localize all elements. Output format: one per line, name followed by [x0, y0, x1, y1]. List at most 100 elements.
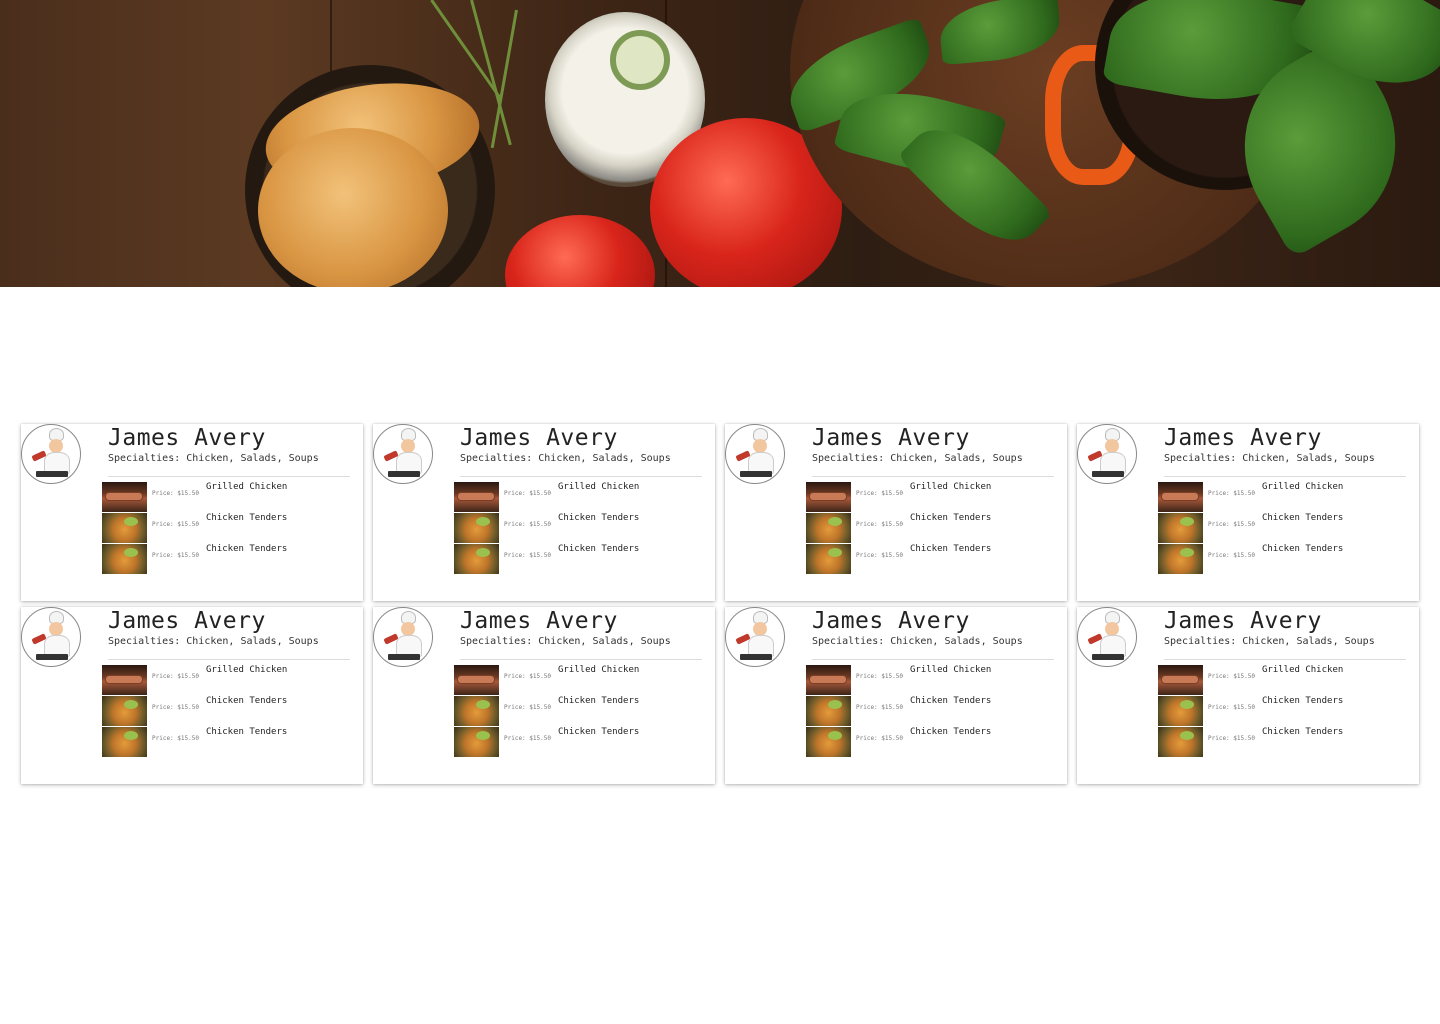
chef-specialties: Specialties: Chicken, Salads, Soups: [812, 636, 1023, 647]
menu-item[interactable]: Price: $15.50 Chicken Tenders: [806, 727, 1056, 758]
menu-item[interactable]: Price: $15.50 Chicken Tenders: [1158, 544, 1408, 575]
chef-specialties: Specialties: Chicken, Salads, Soups: [460, 453, 671, 464]
chef-head-shape: [401, 622, 415, 636]
dish-price: Price: $15.50: [152, 673, 199, 680]
chef-grill-shape: [388, 471, 420, 477]
chef-avatar-icon: [373, 424, 433, 484]
dish-name: Chicken Tenders: [558, 696, 640, 706]
chef-specialties: Specialties: Chicken, Salads, Soups: [812, 453, 1023, 464]
menu-item[interactable]: Price: $15.50 Chicken Tenders: [806, 513, 1056, 544]
chef-avatar-icon: [725, 607, 785, 667]
menu-item[interactable]: Price: $15.50 Chicken Tenders: [102, 727, 352, 758]
menu-item[interactable]: Price: $15.50 Grilled Chicken: [806, 665, 1056, 696]
menu-item[interactable]: Price: $15.50 Grilled Chicken: [806, 482, 1056, 513]
dish-price: Price: $15.50: [152, 521, 199, 528]
dish-name: Chicken Tenders: [910, 544, 992, 554]
dish-price: Price: $15.50: [152, 490, 199, 497]
chef-card[interactable]: James Avery Specialties: Chicken, Salads…: [725, 607, 1067, 784]
dish-thumbnail-image: [1158, 665, 1203, 695]
chef-name: James Avery: [460, 425, 618, 451]
chef-card[interactable]: James Avery Specialties: Chicken, Salads…: [21, 424, 363, 601]
chef-specialties: Specialties: Chicken, Salads, Soups: [108, 636, 319, 647]
dish-price: Price: $15.50: [856, 704, 903, 711]
menu-item[interactable]: Price: $15.50 Grilled Chicken: [102, 665, 352, 696]
chef-card[interactable]: James Avery Specialties: Chicken, Salads…: [1077, 424, 1419, 601]
dish-name: Grilled Chicken: [206, 665, 288, 675]
chef-card[interactable]: James Avery Specialties: Chicken, Salads…: [21, 607, 363, 784]
menu-item[interactable]: Price: $15.50 Chicken Tenders: [454, 727, 704, 758]
dish-price: Price: $15.50: [1208, 673, 1255, 680]
menu-item[interactable]: Price: $15.50 Grilled Chicken: [102, 482, 352, 513]
chef-specialties: Specialties: Chicken, Salads, Soups: [460, 636, 671, 647]
menu-item[interactable]: Price: $15.50 Grilled Chicken: [454, 665, 704, 696]
dish-price: Price: $15.50: [504, 704, 551, 711]
chef-avatar-icon: [1077, 424, 1137, 484]
menu-item[interactable]: Price: $15.50 Chicken Tenders: [102, 544, 352, 575]
dish-price: Price: $15.50: [1208, 735, 1255, 742]
chef-grill-shape: [388, 654, 420, 660]
chef-specialties: Specialties: Chicken, Salads, Soups: [1164, 453, 1375, 464]
menu-item[interactable]: Price: $15.50 Chicken Tenders: [806, 696, 1056, 727]
menu-item[interactable]: Price: $15.50 Grilled Chicken: [454, 482, 704, 513]
menu-item[interactable]: Price: $15.50 Chicken Tenders: [1158, 513, 1408, 544]
chef-card-grid: James Avery Specialties: Chicken, Salads…: [21, 424, 1419, 784]
dish-name: Grilled Chicken: [910, 482, 992, 492]
dish-thumbnail-image: [454, 544, 499, 574]
menu-item[interactable]: Price: $15.50 Chicken Tenders: [1158, 696, 1408, 727]
dish-thumbnail-image: [806, 696, 851, 726]
dish-name: Grilled Chicken: [1262, 482, 1344, 492]
divider: [460, 659, 702, 660]
chef-grill-shape: [1092, 654, 1124, 660]
chef-grill-shape: [36, 471, 68, 477]
menu-item[interactable]: Price: $15.50 Grilled Chicken: [1158, 482, 1408, 513]
chef-name: James Avery: [812, 608, 970, 634]
menu-item[interactable]: Price: $15.50 Chicken Tenders: [454, 513, 704, 544]
chef-card[interactable]: James Avery Specialties: Chicken, Salads…: [373, 424, 715, 601]
menu-item[interactable]: Price: $15.50 Chicken Tenders: [454, 544, 704, 575]
dish-name: Grilled Chicken: [910, 665, 992, 675]
dish-price: Price: $15.50: [856, 490, 903, 497]
dish-price: Price: $15.50: [504, 490, 551, 497]
chef-grill-shape: [740, 654, 772, 660]
dish-name: Chicken Tenders: [558, 513, 640, 523]
chef-head-shape: [753, 622, 767, 636]
chef-name: James Avery: [460, 608, 618, 634]
dish-name: Grilled Chicken: [1262, 665, 1344, 675]
hero-banner-image: [0, 0, 1440, 287]
potato-chip: [258, 128, 448, 287]
dish-thumbnail-image: [1158, 544, 1203, 574]
chef-card[interactable]: James Avery Specialties: Chicken, Salads…: [725, 424, 1067, 601]
menu-item[interactable]: Price: $15.50 Chicken Tenders: [806, 544, 1056, 575]
menu-item[interactable]: Price: $15.50 Chicken Tenders: [1158, 727, 1408, 758]
divider: [108, 476, 350, 477]
dish-name: Chicken Tenders: [206, 696, 288, 706]
chef-name: James Avery: [1164, 425, 1322, 451]
dish-thumbnail-image: [102, 727, 147, 757]
menu-item[interactable]: Price: $15.50 Chicken Tenders: [102, 696, 352, 727]
dish-price: Price: $15.50: [504, 735, 551, 742]
chef-grill-shape: [36, 654, 68, 660]
menu-list: Price: $15.50 Grilled Chicken Price: $15…: [102, 482, 352, 575]
menu-item[interactable]: Price: $15.50 Chicken Tenders: [102, 513, 352, 544]
dish-price: Price: $15.50: [152, 552, 199, 559]
dish-price: Price: $15.50: [1208, 490, 1255, 497]
chef-head-shape: [1105, 622, 1119, 636]
dish-price: Price: $15.50: [856, 673, 903, 680]
menu-item[interactable]: Price: $15.50 Grilled Chicken: [1158, 665, 1408, 696]
dish-thumbnail-image: [454, 482, 499, 512]
menu-item[interactable]: Price: $15.50 Chicken Tenders: [454, 696, 704, 727]
dish-name: Grilled Chicken: [206, 482, 288, 492]
dish-name: Chicken Tenders: [1262, 544, 1344, 554]
chef-head-shape: [753, 439, 767, 453]
chef-card[interactable]: James Avery Specialties: Chicken, Salads…: [373, 607, 715, 784]
chef-card[interactable]: James Avery Specialties: Chicken, Salads…: [1077, 607, 1419, 784]
chef-name: James Avery: [812, 425, 970, 451]
menu-list: Price: $15.50 Grilled Chicken Price: $15…: [1158, 665, 1408, 758]
dish-price: Price: $15.50: [1208, 552, 1255, 559]
dish-price: Price: $15.50: [504, 521, 551, 528]
dish-thumbnail-image: [1158, 727, 1203, 757]
chef-avatar-icon: [725, 424, 785, 484]
dish-name: Chicken Tenders: [558, 727, 640, 737]
divider: [1164, 659, 1406, 660]
dish-name: Chicken Tenders: [910, 727, 992, 737]
